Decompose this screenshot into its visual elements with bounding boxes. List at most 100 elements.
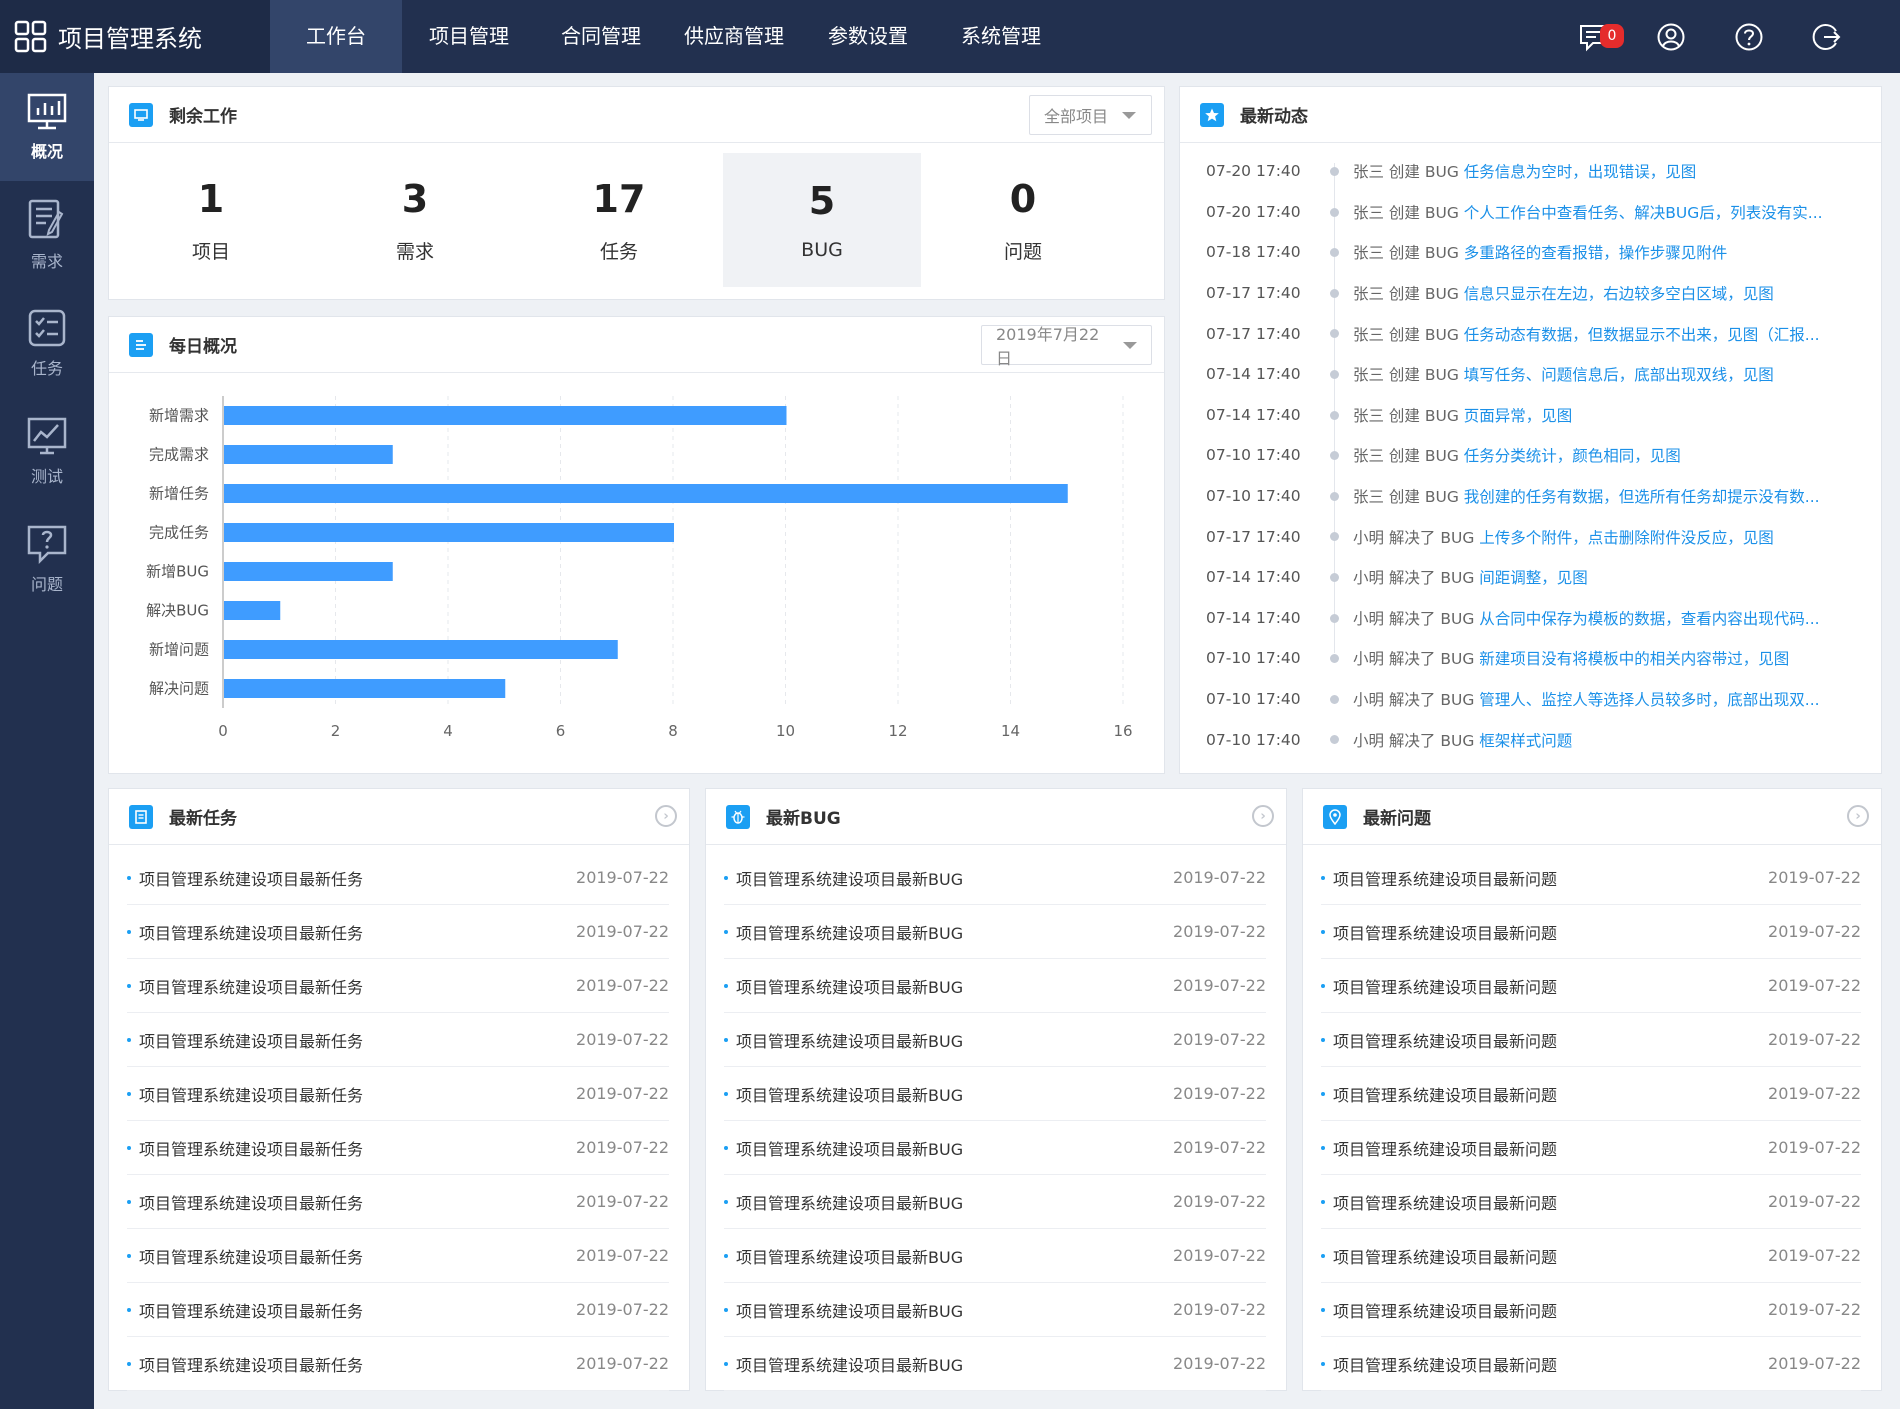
list-item[interactable]: 项目管理系统建设项目最新任务 2019-07-22 [127,1283,669,1337]
activity-link[interactable]: 管理人、监控人等选择人员较多时，底部出现双... [1479,688,1819,710]
activity-link[interactable]: 我创建的任务有数据，但选所有任务却提示没有数... [1464,485,1820,507]
more-arrow-icon[interactable]: › [1252,805,1274,827]
activity-link[interactable]: 多重路径的查看报错，操作步骤见附件 [1464,241,1728,263]
stat-bugs[interactable]: 5 BUG [723,153,921,287]
activity-link[interactable]: 个人工作台中查看任务、解决BUG后，列表没有实... [1464,201,1823,223]
sidebar-item-overview[interactable]: 概况 [0,73,94,181]
topnav-suppliers[interactable]: 供应商管理 [666,0,802,73]
list-item-title: 项目管理系统建设项目最新BUG [724,920,963,944]
list-item[interactable]: 项目管理系统建设项目最新问题 2019-07-22 [1321,1013,1861,1067]
user-button[interactable] [1632,0,1710,73]
logout-button[interactable] [1788,0,1866,73]
list-item[interactable]: 项目管理系统建设项目最新问题 2019-07-22 [1321,1175,1861,1229]
timeline-dot [1330,694,1339,704]
activity-link[interactable]: 框架样式问题 [1479,729,1572,751]
topnav-system[interactable]: 系统管理 [934,0,1068,73]
list-item[interactable]: 项目管理系统建设项目最新任务 2019-07-22 [127,1067,669,1121]
list-item[interactable]: 项目管理系统建设项目最新BUG 2019-07-22 [724,1175,1266,1229]
list-item[interactable]: 项目管理系统建设项目最新BUG 2019-07-22 [724,1013,1266,1067]
list-item[interactable]: 项目管理系统建设项目最新问题 2019-07-22 [1321,851,1861,905]
list-item[interactable]: 项目管理系统建设项目最新任务 2019-07-22 [127,959,669,1013]
list-item[interactable]: 项目管理系统建设项目最新问题 2019-07-22 [1321,1067,1861,1121]
bar[interactable] [224,523,674,542]
list-item[interactable]: 项目管理系统建设项目最新问题 2019-07-22 [1321,1229,1861,1283]
timeline-dot [1330,613,1339,623]
x-tick-label: 14 [1001,722,1020,740]
list-item[interactable]: 项目管理系统建设项目最新任务 2019-07-22 [127,1229,669,1283]
activity-link[interactable]: 从合同中保存为模板的数据，查看内容出现代码... [1479,607,1819,629]
activity-link[interactable]: 任务动态有数据，但数据显示不出来，见图（汇报... [1464,323,1820,345]
more-arrow-icon[interactable]: › [655,805,677,827]
list-item[interactable]: 项目管理系统建设项目最新任务 2019-07-22 [127,905,669,959]
x-tick-label: 10 [776,722,795,740]
list-item[interactable]: 项目管理系统建设项目最新问题 2019-07-22 [1321,1337,1861,1391]
stat-projects[interactable]: 1 项目 [109,153,313,287]
brand[interactable]: 项目管理系统 [0,0,270,73]
list-item[interactable]: 项目管理系统建设项目最新BUG 2019-07-22 [724,1229,1266,1283]
bar[interactable] [224,679,506,698]
sidebar-item-question[interactable]: 问题 [0,505,94,613]
sidebar-item-test[interactable]: 测试 [0,397,94,505]
topnav-params[interactable]: 参数设置 [802,0,934,73]
bar[interactable] [224,406,787,425]
list-item[interactable]: 项目管理系统建设项目最新BUG 2019-07-22 [724,851,1266,905]
list-item[interactable]: 项目管理系统建设项目最新任务 2019-07-22 [127,1175,669,1229]
activity-link[interactable]: 新建项目没有将模板中的相关内容带过，见图 [1479,647,1789,669]
y-category-label: 新增任务 [149,485,209,503]
list-item-date: 2019-07-22 [1768,1354,1861,1373]
user-icon [1657,23,1685,50]
bar[interactable] [224,562,393,581]
activity-link[interactable]: 任务信息为空时，出现错误，见图 [1464,160,1697,182]
topnav-contracts[interactable]: 合同管理 [536,0,666,73]
help-button[interactable] [1710,0,1788,73]
topnav-workbench[interactable]: 工作台 [270,0,402,73]
list-item[interactable]: 项目管理系统建设项目最新BUG 2019-07-22 [724,1067,1266,1121]
activity-link[interactable]: 间距调整，见图 [1479,566,1588,588]
stat-requirements[interactable]: 3 需求 [313,153,517,287]
activity-link[interactable]: 信息只显示在左边，右边较多空白区域，见图 [1464,282,1774,304]
stat-issues[interactable]: 0 问题 [921,153,1125,287]
stat-tasks[interactable]: 17 任务 [517,153,721,287]
sidebar-item-task[interactable]: 任务 [0,289,94,397]
activity-text: 小明 解决了 BUG 新建项目没有将模板中的相关内容带过，见图 [1353,647,1853,669]
more-arrow-icon[interactable]: › [1847,805,1869,827]
list-item-date: 2019-07-22 [1173,1192,1266,1211]
list-item[interactable]: 项目管理系统建设项目最新BUG 2019-07-22 [724,905,1266,959]
activity-link[interactable]: 任务分类统计，颜色相同，见图 [1464,444,1681,466]
list-item-title: 项目管理系统建设项目最新问题 [1321,1244,1557,1268]
activity-link[interactable]: 填写任务、问题信息后，底部出现双线，见图 [1464,363,1774,385]
activity-time: 07-17 17:40 [1206,527,1301,546]
project-filter-select[interactable]: 全部项目 [1029,95,1152,135]
list-item[interactable]: 项目管理系统建设项目最新问题 2019-07-22 [1321,1121,1861,1175]
activity-actor: 张三 创建 BUG [1353,325,1459,344]
logout-icon [1812,23,1841,50]
bar[interactable] [224,640,618,659]
list-item[interactable]: 项目管理系统建设项目最新BUG 2019-07-22 [724,1337,1266,1391]
list-item[interactable]: 项目管理系统建设项目最新任务 2019-07-22 [127,1337,669,1391]
list-item[interactable]: 项目管理系统建设项目最新BUG 2019-07-22 [724,1283,1266,1337]
bar[interactable] [224,601,281,620]
panel-title: 最新BUG [766,809,841,829]
list-item[interactable]: 项目管理系统建设项目最新BUG 2019-07-22 [724,959,1266,1013]
topnav-projects[interactable]: 项目管理 [402,0,536,73]
list-item-date: 2019-07-22 [1173,1354,1266,1373]
list-item[interactable]: 项目管理系统建设项目最新任务 2019-07-22 [127,1013,669,1067]
document-icon [129,332,153,357]
date-select[interactable]: 2019年7月22日 [981,325,1152,368]
list-item[interactable]: 项目管理系统建设项目最新任务 2019-07-22 [127,1121,669,1175]
panel-title: 每日概况 [169,337,237,357]
list-item[interactable]: 项目管理系统建设项目最新问题 2019-07-22 [1321,959,1861,1013]
bar[interactable] [224,445,393,464]
list-item[interactable]: 项目管理系统建设项目最新任务 2019-07-22 [127,851,669,905]
bar[interactable] [224,484,1068,503]
select-value: 全部项目 [1044,107,1109,126]
message-button[interactable]: 0 [1554,0,1632,73]
activity-link[interactable]: 上传多个附件，点击删除附件没反应，见图 [1479,526,1774,548]
list-item[interactable]: 项目管理系统建设项目最新问题 2019-07-22 [1321,1283,1861,1337]
list-item[interactable]: 项目管理系统建设项目最新问题 2019-07-22 [1321,905,1861,959]
activity-time: 07-17 17:40 [1206,284,1301,303]
activity-link[interactable]: 页面异常，见图 [1464,404,1573,426]
list-item-date: 2019-07-22 [1173,976,1266,995]
list-item[interactable]: 项目管理系统建设项目最新BUG 2019-07-22 [724,1121,1266,1175]
sidebar-item-requirement[interactable]: 需求 [0,181,94,289]
